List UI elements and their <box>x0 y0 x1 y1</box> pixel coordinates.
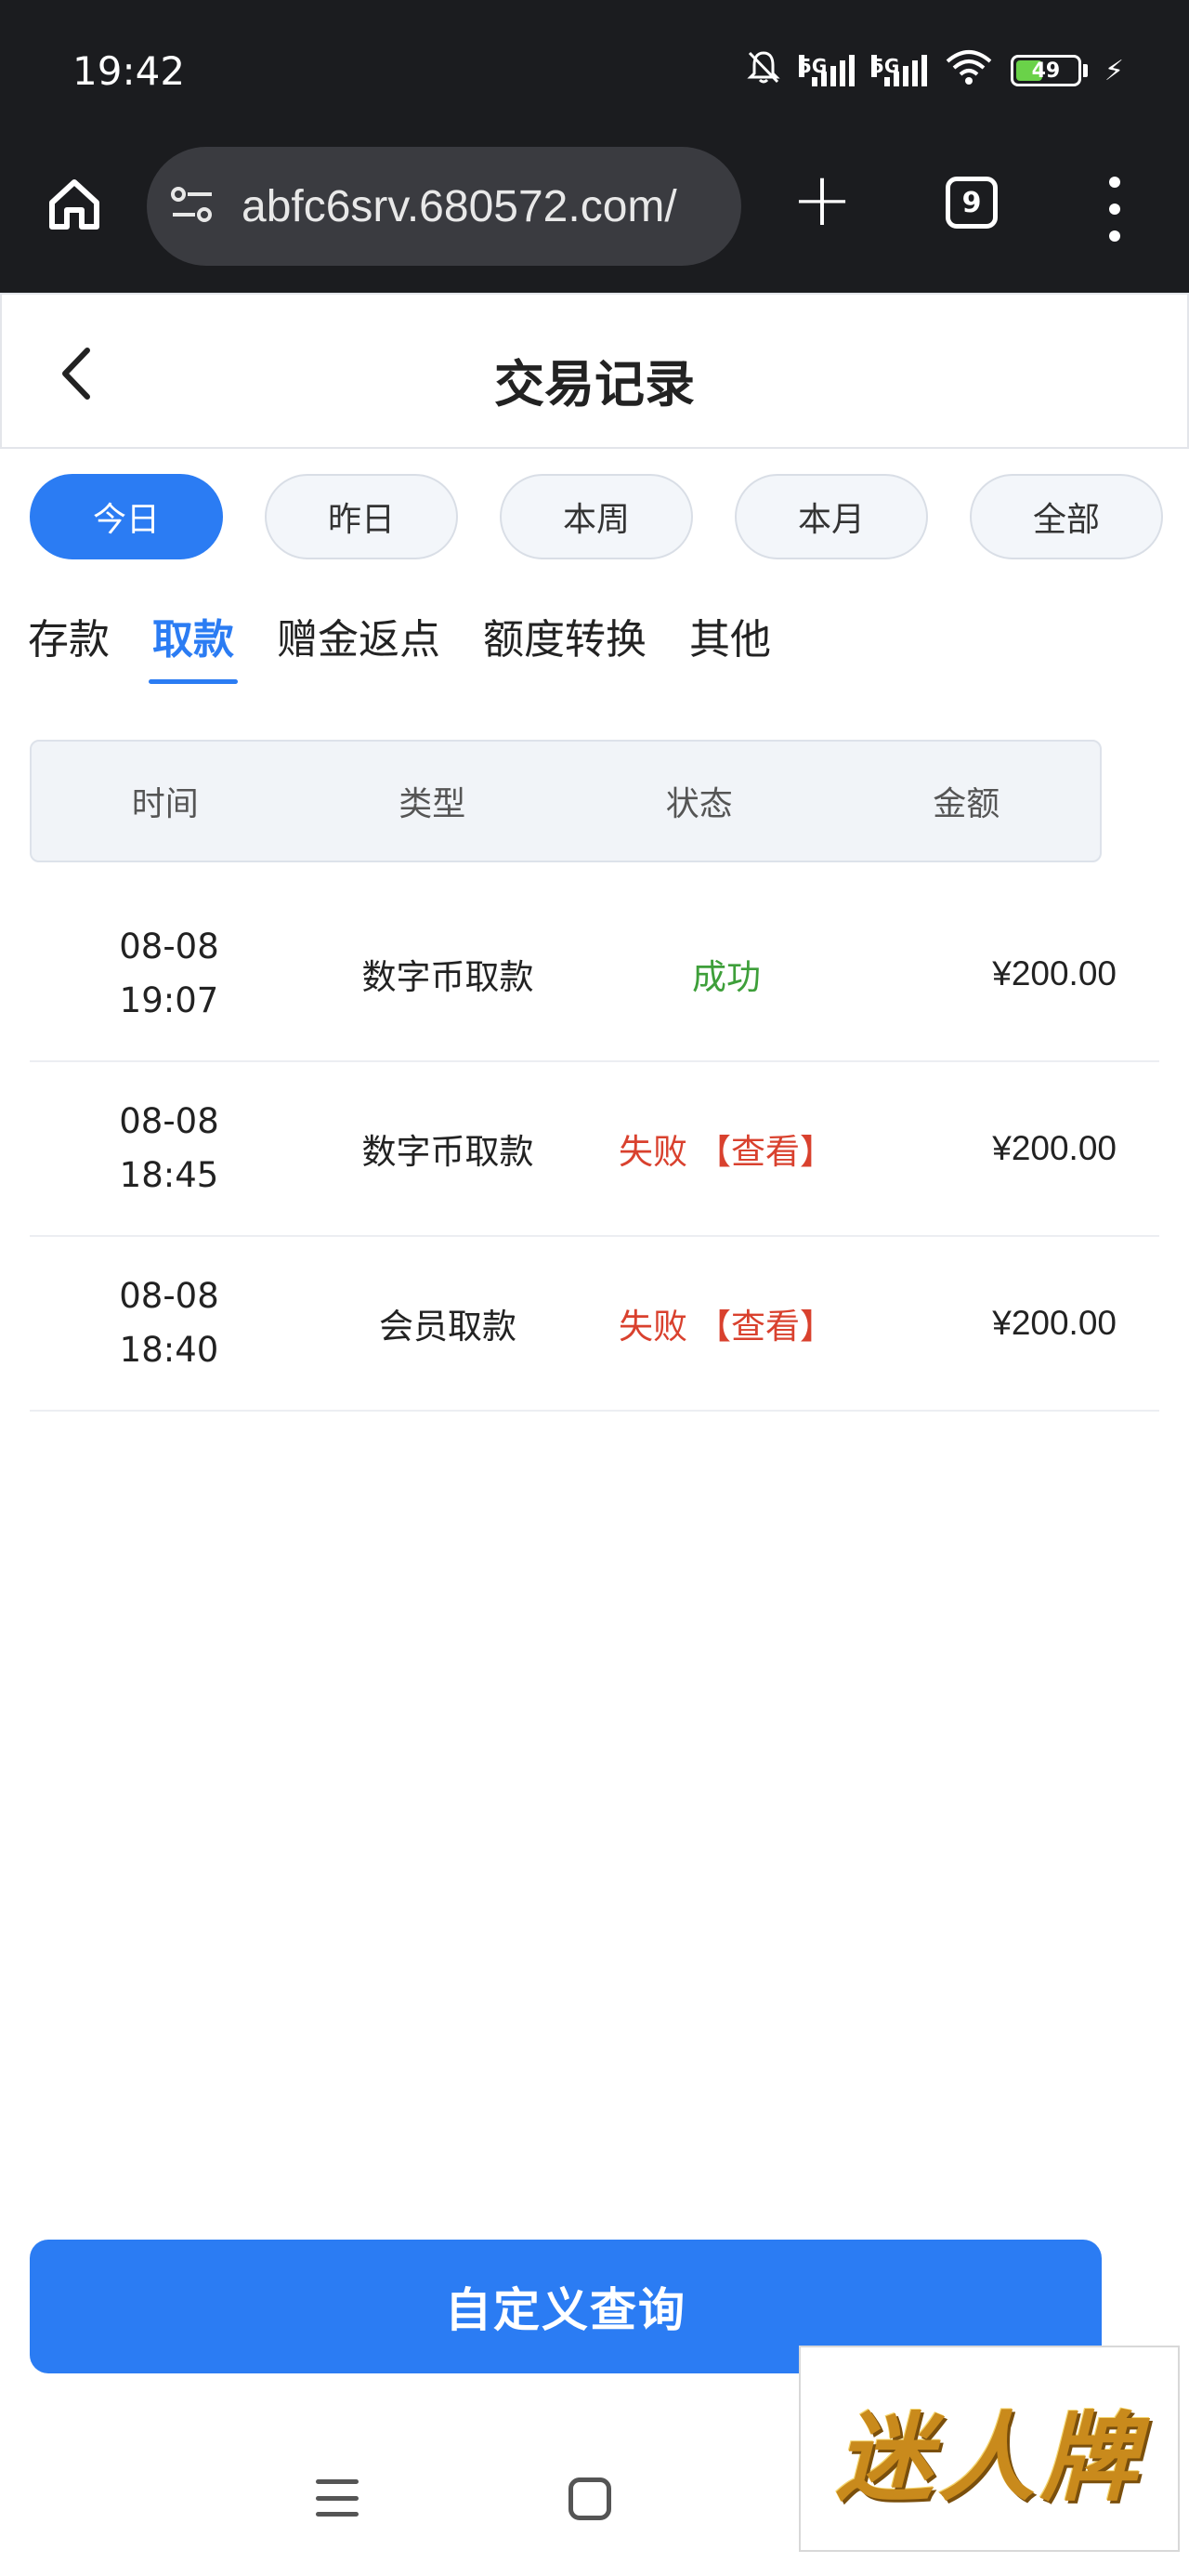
browser-toolbar: abfc6srv.680572.com/ + 9 <box>0 139 1189 293</box>
period-yesterday-button[interactable]: 昨日 <box>265 474 458 559</box>
status-icons: 5G 5G 49 ⚡ <box>745 48 1124 93</box>
signal-icon: 5G <box>798 55 855 86</box>
tab-bonus-rebate[interactable]: 赠金返点 <box>277 585 440 688</box>
row-clock: 19:07 <box>119 980 219 1020</box>
signal-label: 5G <box>798 55 828 77</box>
column-header-amount: 金额 <box>933 785 1000 823</box>
view-details-link[interactable]: 【查看】 <box>697 1307 834 1347</box>
row-status: 成功 <box>587 949 866 999</box>
row-clock: 18:45 <box>119 1155 219 1195</box>
page-header: 交易记录 <box>0 293 1189 449</box>
wifi-icon <box>944 48 994 93</box>
view-details-link[interactable]: 【查看】 <box>697 1132 834 1172</box>
new-tab-button[interactable]: + <box>780 158 864 242</box>
row-date: 08-08 <box>119 1276 219 1316</box>
charging-bolt-icon: ⚡ <box>1104 54 1124 87</box>
row-type: 数字币取款 <box>361 957 534 997</box>
site-settings-icon[interactable] <box>167 181 217 231</box>
row-time: 08-08 18:40 <box>30 1269 308 1377</box>
row-date: 08-08 <box>119 1101 219 1141</box>
table-row: 08-08 19:07 数字币取款 成功 ¥200.00 <box>30 887 1159 1062</box>
home-icon[interactable] <box>37 167 111 242</box>
row-clock: 18:40 <box>119 1330 219 1370</box>
row-status: 失败 【查看】 <box>587 1298 866 1348</box>
row-amount: ¥200.00 <box>992 954 1117 992</box>
status-failed: 失败 <box>619 1307 687 1347</box>
status-success: 成功 <box>692 957 761 997</box>
row-status: 失败 【查看】 <box>587 1124 866 1174</box>
tab-switcher-button[interactable]: 9 <box>946 177 998 229</box>
period-all-button[interactable]: 全部 <box>970 474 1163 559</box>
status-bar: 19:42 5G 5G 49 ⚡ <box>0 0 1189 139</box>
transaction-list: 08-08 19:07 数字币取款 成功 ¥200.00 08-08 18:45… <box>30 887 1159 1412</box>
tab-deposit[interactable]: 存款 <box>28 585 110 688</box>
tab-credit-transfer[interactable]: 额度转换 <box>483 585 647 688</box>
column-header-time: 时间 <box>131 785 199 823</box>
table-row: 08-08 18:45 数字币取款 失败 【查看】 ¥200.00 <box>30 1062 1159 1237</box>
status-failed: 失败 <box>619 1132 687 1172</box>
table-row: 08-08 18:40 会员取款 失败 【查看】 ¥200.00 <box>30 1237 1159 1412</box>
page-title: 交易记录 <box>494 355 695 414</box>
battery-icon: 49 <box>1010 55 1081 86</box>
row-type: 数字币取款 <box>361 1132 534 1172</box>
period-filter: 今日 昨日 本周 本月 全部 <box>30 474 1163 559</box>
battery-level: 49 <box>1031 59 1061 83</box>
watermark-text: 迷人牌 <box>835 2399 1143 2515</box>
row-time: 08-08 18:45 <box>30 1095 308 1203</box>
row-type: 会员取款 <box>379 1307 516 1347</box>
row-amount: ¥200.00 <box>992 1304 1117 1342</box>
status-time: 19:42 <box>72 48 186 94</box>
signal-icon: 5G <box>870 55 927 86</box>
row-time: 08-08 19:07 <box>30 920 308 1028</box>
row-amount: ¥200.00 <box>992 1129 1117 1167</box>
column-header-type: 类型 <box>399 785 466 823</box>
nav-home-icon[interactable] <box>568 2477 611 2520</box>
category-tabs: 存款 取款 赠金返点 额度转换 其他 <box>28 585 814 688</box>
tab-other[interactable]: 其他 <box>689 585 771 688</box>
recent-apps-icon[interactable] <box>316 2479 359 2517</box>
table-header: 时间 类型 状态 金额 <box>30 740 1102 862</box>
column-header-status: 状态 <box>665 785 733 823</box>
address-bar[interactable]: abfc6srv.680572.com/ <box>147 147 741 266</box>
mute-bell-icon <box>745 48 782 93</box>
row-date: 08-08 <box>119 927 219 966</box>
watermark-logo: 迷人牌 <box>799 2346 1180 2552</box>
signal-label: 5G <box>870 55 900 77</box>
period-week-button[interactable]: 本周 <box>500 474 693 559</box>
tab-withdrawal[interactable]: 取款 <box>149 585 238 688</box>
period-today-button[interactable]: 今日 <box>30 474 223 559</box>
period-month-button[interactable]: 本月 <box>735 474 928 559</box>
url-text[interactable]: abfc6srv.680572.com/ <box>242 181 677 232</box>
more-menu-icon[interactable] <box>1096 177 1133 242</box>
